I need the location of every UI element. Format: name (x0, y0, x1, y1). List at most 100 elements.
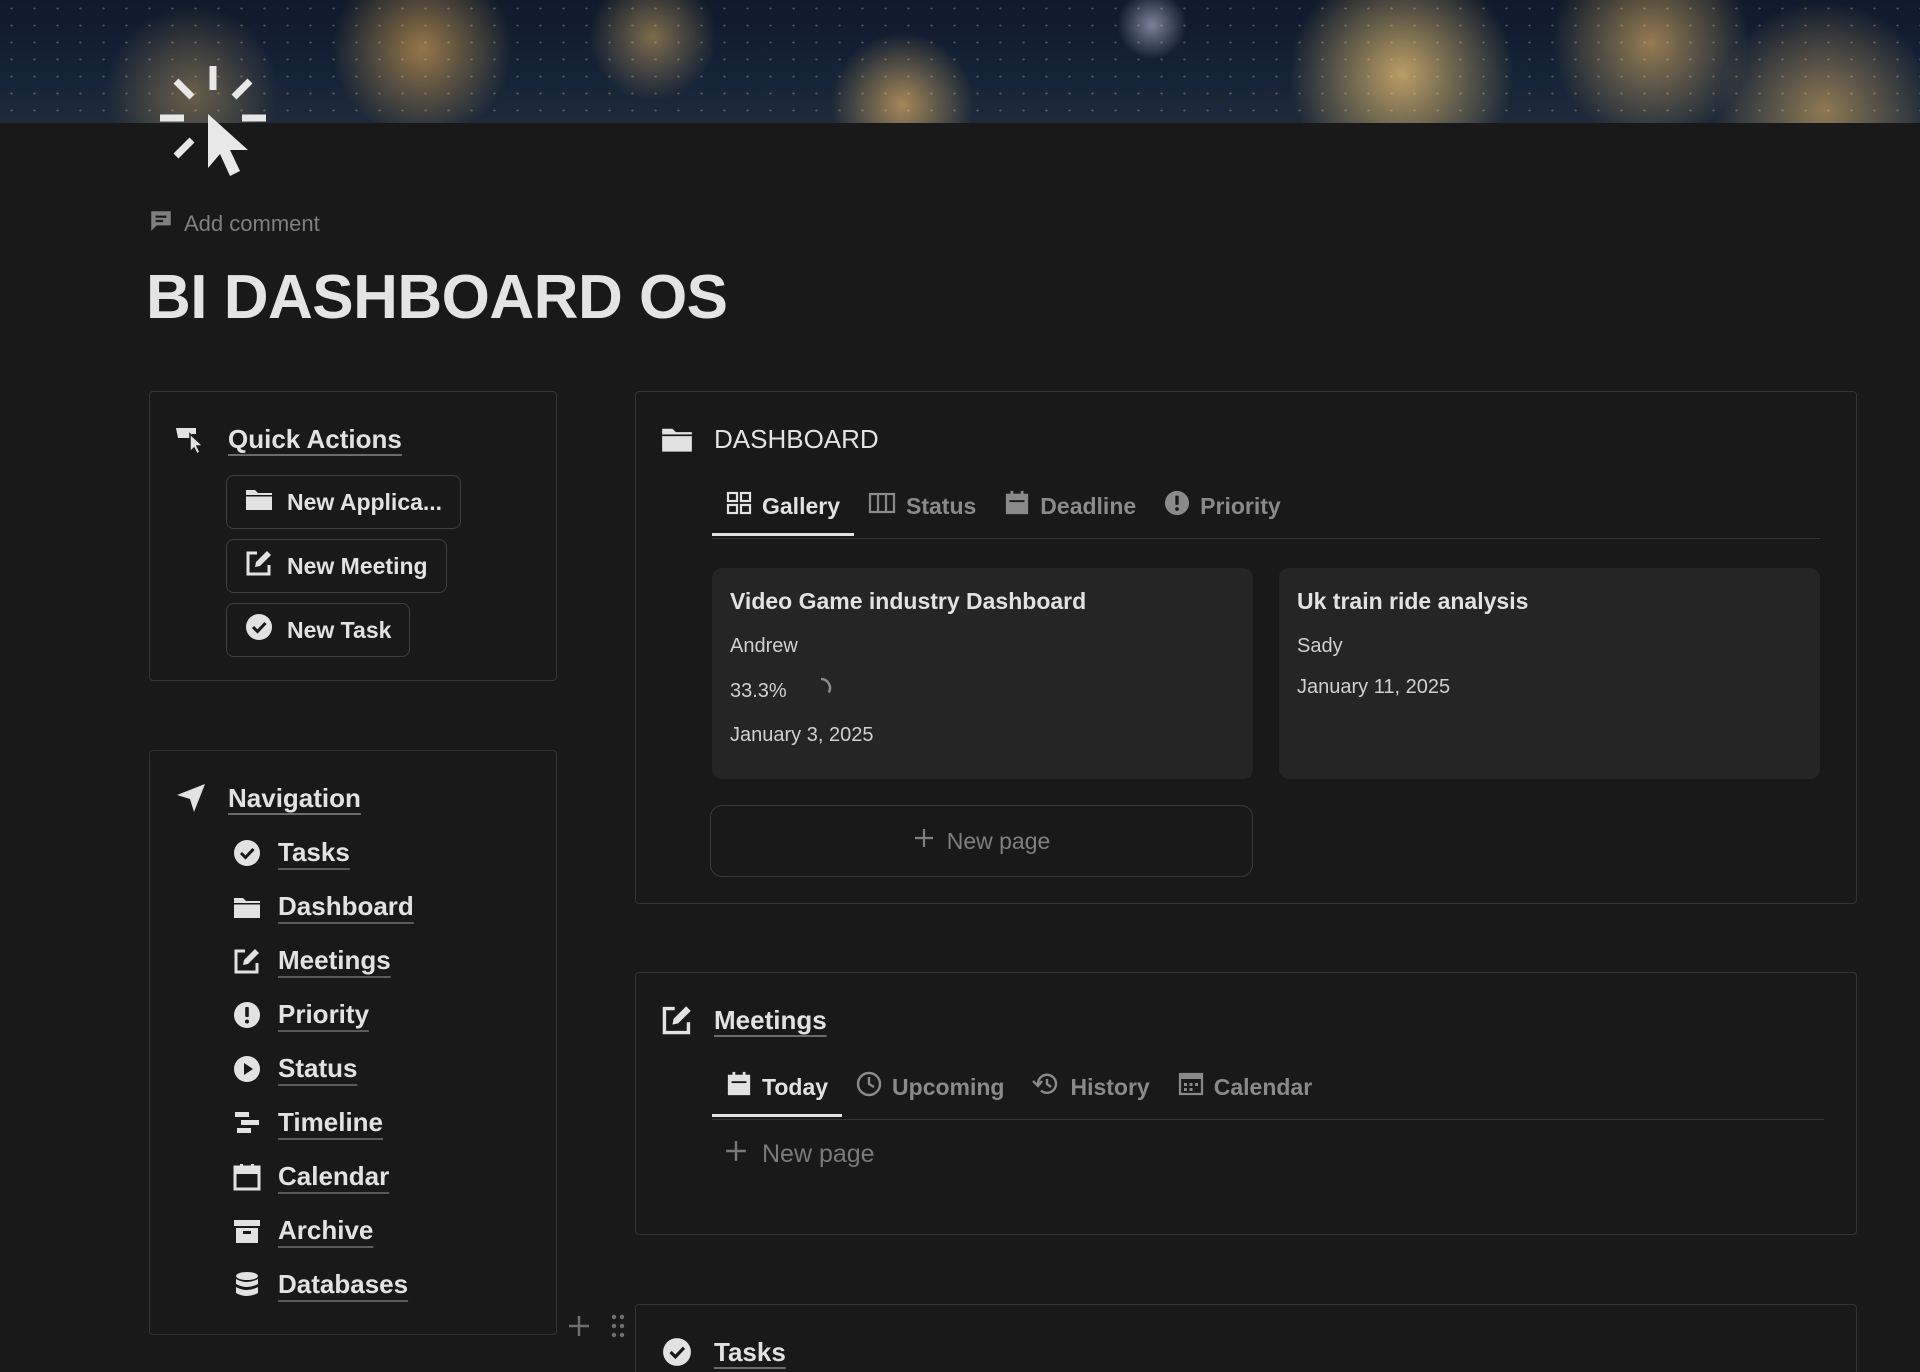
card-owner: Sady (1297, 635, 1343, 657)
tab-calendar[interactable]: Calendar (1164, 1059, 1326, 1115)
card-progress: 33.3% (730, 679, 787, 702)
calendar-grid-icon (1178, 1072, 1204, 1102)
check-circle-icon (660, 1335, 694, 1369)
cover-city-lights (0, 0, 1920, 123)
edit-square-icon (245, 549, 273, 583)
play-circle-icon (232, 1054, 262, 1084)
tab-label: History (1070, 1073, 1150, 1100)
plus-icon (724, 1139, 748, 1170)
dashboard-tabs: Gallery Status Deadline Priority (712, 478, 1295, 536)
tab-upcoming[interactable]: Upcoming (842, 1059, 1018, 1115)
add-block-icon[interactable] (566, 1313, 592, 1344)
sidebar-item-meetings[interactable]: Meetings (232, 945, 391, 976)
meetings-title[interactable]: Meetings (714, 1005, 827, 1036)
tab-label: Today (762, 1073, 829, 1100)
gallery-card[interactable]: Video Game industry Dashboard Andrew 33.… (712, 568, 1253, 779)
progress-ring-icon (809, 676, 833, 706)
calendar-icon (232, 1162, 262, 1192)
clock-icon (856, 1071, 882, 1103)
meetings-tabs: Today Upcoming History Calendar (712, 1059, 1326, 1117)
new-meeting-label: New Meeting (287, 552, 428, 579)
sidebar-item-timeline[interactable]: Timeline (232, 1107, 383, 1138)
sidebar-item-label: Status (278, 1053, 358, 1083)
add-comment-button[interactable]: Add comment (148, 208, 320, 240)
check-circle-icon (232, 838, 262, 868)
navigation-arrow-icon (174, 781, 208, 815)
sidebar-item-calendar[interactable]: Calendar (232, 1161, 389, 1192)
tab-priority[interactable]: Priority (1150, 478, 1295, 534)
cursor-click-icon[interactable] (156, 62, 272, 178)
card-date: January 11, 2025 (1297, 676, 1451, 698)
new-page-button[interactable]: New page (710, 805, 1253, 877)
exclamation-circle-icon (1164, 490, 1190, 522)
tab-gallery[interactable]: Gallery (712, 478, 854, 536)
new-page-label: New page (946, 827, 1051, 854)
exclamation-circle-icon (232, 1000, 262, 1030)
sidebar-item-label: Meetings (278, 945, 391, 975)
tab-deadline[interactable]: Deadline (990, 478, 1150, 534)
new-page-label: New page (762, 1140, 875, 1168)
dashboard-title[interactable]: DASHBOARD (714, 424, 879, 455)
sidebar-item-archive[interactable]: Archive (232, 1215, 373, 1246)
sidebar-item-label: Priority (278, 999, 370, 1029)
sidebar-item-label: Tasks (278, 837, 350, 867)
tasks-title[interactable]: Tasks (714, 1337, 786, 1368)
tab-divider (712, 538, 1820, 539)
tab-label: Status (906, 492, 977, 519)
navigation-panel: Navigation Tasks Dashboard Meetings Prio… (149, 750, 557, 1335)
sidebar-item-tasks[interactable]: Tasks (232, 837, 350, 868)
block-handle (566, 1313, 626, 1344)
tab-history[interactable]: History (1018, 1059, 1163, 1115)
sidebar-item-label: Dashboard (278, 891, 414, 921)
gallery-card[interactable]: Uk train ride analysis Sady January 11, … (1279, 568, 1820, 779)
sidebar-item-label: Calendar (278, 1161, 390, 1191)
database-icon (232, 1270, 262, 1300)
new-meeting-button[interactable]: New Meeting (226, 539, 447, 593)
tab-today[interactable]: Today (712, 1059, 843, 1117)
history-icon (1032, 1071, 1060, 1103)
quick-actions-title[interactable]: Quick Actions (228, 424, 402, 455)
sidebar-item-label: Timeline (278, 1107, 384, 1137)
check-circle-icon (245, 613, 273, 647)
card-date: January 3, 2025 (730, 724, 874, 746)
dashboard-panel: DASHBOARD Gallery Status Deadline Priori… (635, 391, 1857, 904)
tab-label: Upcoming (892, 1073, 1005, 1100)
sidebar-item-status[interactable]: Status (232, 1053, 357, 1084)
quick-actions-panel: Quick Actions New Applica... New Meeting… (149, 391, 557, 681)
add-comment-label: Add comment (184, 211, 320, 236)
edit-square-icon (660, 1003, 694, 1037)
new-application-button[interactable]: New Applica... (226, 475, 462, 529)
tab-label: Calendar (1213, 1073, 1313, 1100)
archive-icon (232, 1216, 262, 1246)
tab-status[interactable]: Status (854, 478, 990, 534)
tab-label: Gallery (762, 492, 840, 519)
new-page-button[interactable]: New page (724, 1139, 875, 1170)
meetings-panel: Meetings Today Upcoming History Calendar… (635, 972, 1857, 1235)
sidebar-item-databases[interactable]: Databases (232, 1269, 408, 1300)
new-application-label: New Applica... (287, 488, 443, 515)
page-title[interactable]: BI DASHBOARD OS (146, 262, 728, 333)
card-title: Video Game industry Dashboard (730, 588, 1087, 614)
calendar-icon (726, 1071, 752, 1103)
gallery-icon (726, 491, 752, 521)
hand-pointer-icon (174, 422, 208, 456)
drag-handle-icon[interactable] (610, 1313, 626, 1344)
new-task-label: New Task (287, 616, 392, 643)
sidebar-item-priority[interactable]: Priority (232, 999, 369, 1030)
folder-icon (245, 487, 273, 517)
sidebar-item-label: Archive (278, 1215, 374, 1245)
navigation-title[interactable]: Navigation (228, 783, 361, 814)
plus-icon (913, 827, 935, 855)
tab-label: Priority (1200, 492, 1281, 519)
calendar-icon (1004, 490, 1030, 522)
tab-divider (712, 1119, 1824, 1120)
tab-label: Deadline (1040, 492, 1137, 519)
card-owner: Andrew (730, 635, 798, 657)
sidebar-item-dashboard[interactable]: Dashboard (232, 891, 414, 922)
card-title: Uk train ride analysis (1297, 588, 1529, 614)
new-task-button[interactable]: New Task (226, 603, 411, 657)
timeline-icon (232, 1108, 262, 1138)
cover-image (0, 0, 1920, 123)
folder-icon (232, 892, 262, 922)
columns-icon (868, 492, 896, 520)
